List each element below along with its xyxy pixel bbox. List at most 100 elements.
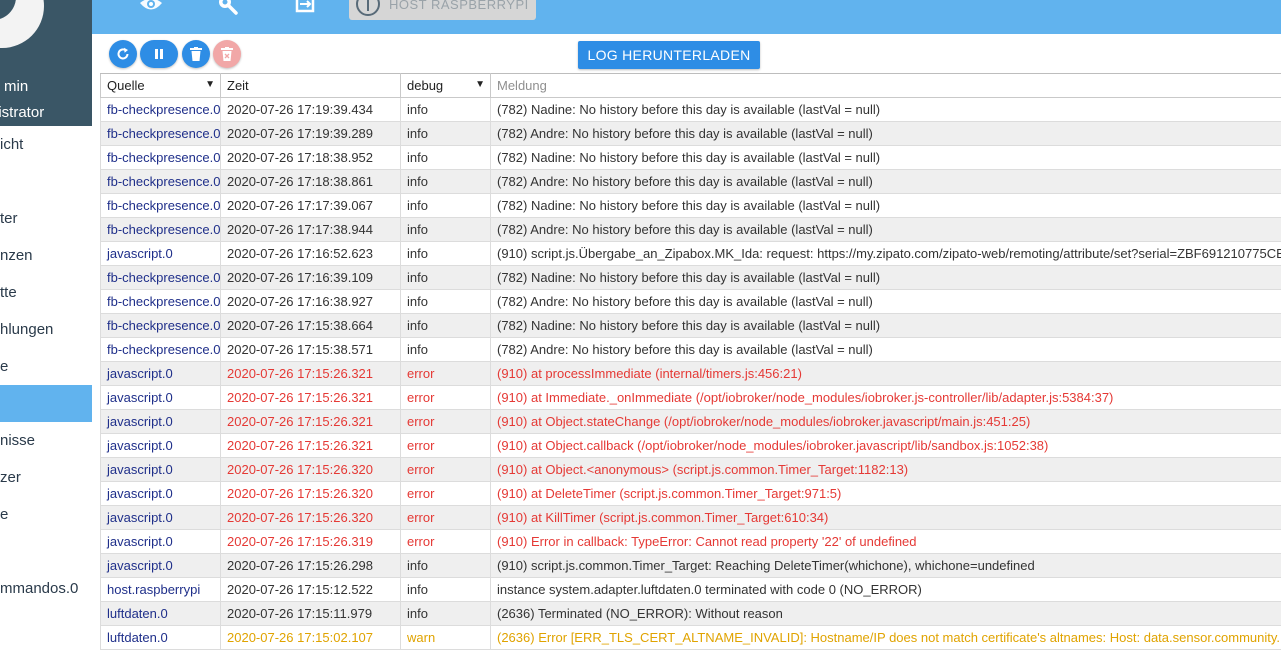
sidebar-item[interactable]: mmandos.0 xyxy=(0,570,92,607)
log-level: info xyxy=(400,121,491,146)
sidebar-item[interactable]: e xyxy=(0,496,92,533)
log-time: 2020-07-26 17:15:26.320 xyxy=(220,505,401,530)
sidebar-item-label: mmandos.0 xyxy=(0,580,79,597)
table-row[interactable]: luftdaten.0 2020-07-26 17:15:02.107 warn (2… xyxy=(100,625,1281,650)
table-row[interactable]: javascript.0 2020-07-26 17:15:26.321 error… xyxy=(100,385,1281,410)
log-source: fb-checkpresence.0 xyxy=(100,121,221,146)
log-source: javascript.0 xyxy=(100,385,221,410)
sidebar-item-label: e xyxy=(0,358,9,375)
log-time: 2020-07-26 17:16:52.623 xyxy=(220,241,401,266)
table-row[interactable]: javascript.0 2020-07-26 17:15:26.320 error… xyxy=(100,457,1281,482)
table-row[interactable]: fb-checkpresence.0 2020-07-26 17:19:39.43… xyxy=(100,97,1281,122)
log-time: 2020-07-26 17:15:12.522 xyxy=(220,577,401,602)
log-time: 2020-07-26 17:15:02.107 xyxy=(220,625,401,650)
table-row[interactable]: javascript.0 2020-07-26 17:15:26.320 error… xyxy=(100,481,1281,506)
trash-file-icon xyxy=(221,47,233,61)
log-time: 2020-07-26 17:15:26.321 xyxy=(220,409,401,434)
level-header-label: debug xyxy=(407,78,444,93)
pause-button[interactable] xyxy=(140,40,178,68)
log-time: 2020-07-26 17:16:39.109 xyxy=(220,265,401,290)
log-time: 2020-07-26 17:15:26.298 xyxy=(220,553,401,578)
source-filter-select[interactable]: Quelle ▼ xyxy=(100,73,221,98)
sidebar-item[interactable]: tte xyxy=(0,274,92,311)
sidebar-item[interactable]: ter xyxy=(0,200,92,237)
log-level: info xyxy=(400,577,491,602)
sidebar-item[interactable]: nzen xyxy=(0,237,92,274)
time-filter-input[interactable]: Zeit xyxy=(220,73,401,98)
table-row[interactable]: fb-checkpresence.0 2020-07-26 17:18:38.86… xyxy=(100,169,1281,194)
log-message: (910) Error in callback: TypeError: Cann… xyxy=(490,529,1281,554)
log-message: (782) Andre: No history before this day … xyxy=(490,217,1281,242)
sidebar-item[interactable] xyxy=(0,385,92,422)
log-level: error xyxy=(400,505,491,530)
log-time: 2020-07-26 17:15:38.571 xyxy=(220,337,401,362)
message-filter-input[interactable]: Meldung xyxy=(490,73,1281,98)
sidebar-item-label: nisse xyxy=(0,432,36,449)
refresh-button[interactable] xyxy=(109,40,137,68)
table-row[interactable]: host.raspberrypi 2020-07-26 17:15:12.522 i… xyxy=(100,577,1281,602)
log-time: 2020-07-26 17:15:26.321 xyxy=(220,385,401,410)
power-icon xyxy=(356,0,380,16)
table-row[interactable]: fb-checkpresence.0 2020-07-26 17:15:38.66… xyxy=(100,313,1281,338)
log-level: info xyxy=(400,97,491,122)
sidebar-item-label: hlungen xyxy=(0,321,54,338)
delete-button[interactable] xyxy=(182,40,210,68)
user-name: min xyxy=(4,78,29,95)
level-filter-select[interactable]: debug ▼ xyxy=(400,73,491,98)
log-source: javascript.0 xyxy=(100,505,221,530)
log-level: error xyxy=(400,361,491,386)
log-table: Quelle ▼ Zeit debug ▼ Meldung fb-checkpres… xyxy=(100,73,1281,650)
log-time: 2020-07-26 17:15:26.321 xyxy=(220,433,401,458)
trash-icon xyxy=(190,47,202,61)
log-rows: fb-checkpresence.0 2020-07-26 17:19:39.43… xyxy=(100,97,1281,650)
table-row[interactable]: javascript.0 2020-07-26 17:15:26.321 error… xyxy=(100,409,1281,434)
log-time: 2020-07-26 17:18:38.861 xyxy=(220,169,401,194)
log-message: (782) Nadine: No history before this day… xyxy=(490,97,1281,122)
eye-icon[interactable] xyxy=(137,0,165,18)
table-row[interactable]: luftdaten.0 2020-07-26 17:15:11.979 info (2… xyxy=(100,601,1281,626)
log-level: info xyxy=(400,289,491,314)
log-source: fb-checkpresence.0 xyxy=(100,337,221,362)
sidebar-item[interactable] xyxy=(0,163,92,200)
table-row[interactable]: fb-checkpresence.0 2020-07-26 17:16:38.92… xyxy=(100,289,1281,314)
log-source: luftdaten.0 xyxy=(100,625,221,650)
sidebar: min nistrator icht ter nzen tte hlungen e niss… xyxy=(0,0,92,653)
pause-icon xyxy=(155,49,163,59)
table-row[interactable]: fb-checkpresence.0 2020-07-26 17:15:38.57… xyxy=(100,337,1281,362)
table-row[interactable]: fb-checkpresence.0 2020-07-26 17:19:39.28… xyxy=(100,121,1281,146)
log-source: luftdaten.0 xyxy=(100,601,221,626)
exit-icon[interactable] xyxy=(292,0,320,18)
log-level: error xyxy=(400,481,491,506)
log-source: javascript.0 xyxy=(100,241,221,266)
sidebar-item[interactable]: hlungen xyxy=(0,311,92,348)
delete-log-file-button[interactable] xyxy=(213,40,241,68)
table-row[interactable]: javascript.0 2020-07-26 17:16:52.623 info(… xyxy=(100,241,1281,266)
wrench-icon[interactable] xyxy=(215,0,243,18)
log-message: instance system.adapter.luftdaten.0 term… xyxy=(490,577,1281,602)
table-row[interactable]: javascript.0 2020-07-26 17:15:26.319 error… xyxy=(100,529,1281,554)
table-row[interactable]: fb-checkpresence.0 2020-07-26 17:17:39.06… xyxy=(100,193,1281,218)
log-source: fb-checkpresence.0 xyxy=(100,217,221,242)
table-row[interactable]: javascript.0 2020-07-26 17:15:26.320 error… xyxy=(100,505,1281,530)
sidebar-item[interactable]: icht xyxy=(0,126,92,163)
table-row[interactable]: javascript.0 2020-07-26 17:15:26.298 info(… xyxy=(100,553,1281,578)
table-row[interactable]: fb-checkpresence.0 2020-07-26 17:16:39.10… xyxy=(100,265,1281,290)
sidebar-item[interactable]: e xyxy=(0,348,92,385)
log-time: 2020-07-26 17:18:38.952 xyxy=(220,145,401,170)
log-message: (910) at DeleteTimer (script.js.common.T… xyxy=(490,481,1281,506)
log-source: javascript.0 xyxy=(100,457,221,482)
table-row[interactable]: fb-checkpresence.0 2020-07-26 17:18:38.95… xyxy=(100,145,1281,170)
log-message: (910) at KillTimer (script.js.common.Tim… xyxy=(490,505,1281,530)
sidebar-item[interactable]: nisse xyxy=(0,422,92,459)
sidebar-item[interactable] xyxy=(0,533,92,570)
table-row[interactable]: javascript.0 2020-07-26 17:15:26.321 error… xyxy=(100,361,1281,386)
sidebar-item-label: zer xyxy=(0,469,21,486)
host-selector[interactable]: HOST RASPBERRYPI xyxy=(349,0,536,20)
source-header-label: Quelle xyxy=(107,78,145,93)
sidebar-item[interactable]: zer xyxy=(0,459,92,496)
download-log-button[interactable]: LOG HERUNTERLADEN xyxy=(578,41,760,69)
table-row[interactable]: javascript.0 2020-07-26 17:15:26.321 error… xyxy=(100,433,1281,458)
log-time: 2020-07-26 17:19:39.434 xyxy=(220,97,401,122)
log-source: javascript.0 xyxy=(100,529,221,554)
table-row[interactable]: fb-checkpresence.0 2020-07-26 17:17:38.94… xyxy=(100,217,1281,242)
